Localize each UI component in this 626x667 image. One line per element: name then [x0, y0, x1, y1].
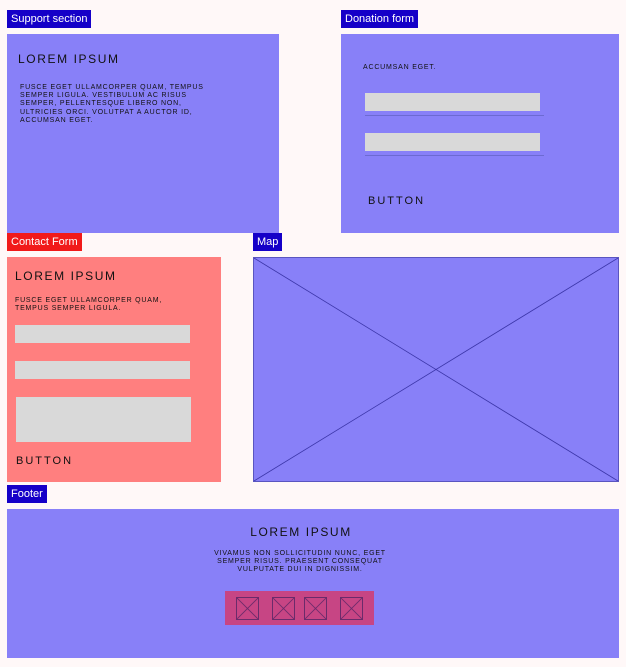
footer: LOREM IPSUM VIVAMUS NON SOLLICITUDIN NUN…: [7, 509, 619, 658]
contact-form: LOREM IPSUM FUSCE EGET ULLAMCORPER QUAM,…: [7, 257, 221, 482]
donation-email-field[interactable]: [365, 133, 540, 151]
map-tag: Map: [253, 233, 283, 251]
social-links-bar: [225, 591, 374, 625]
footer-tag: Footer: [7, 485, 47, 503]
social-icon-placeholder[interactable]: [272, 597, 295, 620]
contact-email-field[interactable]: [15, 361, 190, 379]
donation-form-text: ACCUMSAN EGET.: [363, 64, 437, 71]
donation-field-underline: [365, 115, 544, 116]
support-section-title: LOREM IPSUM: [18, 52, 120, 66]
social-icon-placeholder[interactable]: [304, 597, 327, 620]
contact-message-field[interactable]: [16, 397, 191, 442]
footer-title: LOREM IPSUM: [250, 525, 352, 539]
support-section-tag: Support section: [7, 10, 92, 28]
donation-submit-button[interactable]: BUTTON: [368, 195, 425, 207]
contact-form-body: FUSCE EGET ULLAMCORPER QUAM, TEMPUS SEMP…: [15, 297, 163, 313]
footer-body: VIVAMUS NON SOLLICITUDIN NUNC, EGET SEMP…: [214, 550, 386, 574]
support-section: LOREM IPSUM FUSCE EGET ULLAMCORPER QUAM,…: [7, 34, 279, 233]
contact-form-title: LOREM IPSUM: [15, 269, 117, 283]
image-placeholder-icon: [254, 258, 618, 481]
donation-amount-field[interactable]: [365, 93, 540, 111]
social-icon-placeholder[interactable]: [236, 597, 259, 620]
contact-form-tag: Contact Form: [7, 233, 82, 251]
social-icon-placeholder[interactable]: [340, 597, 363, 620]
support-section-body: FUSCE EGET ULLAMCORPER QUAM, TEMPUS SEMP…: [20, 84, 204, 124]
contact-submit-button[interactable]: BUTTON: [16, 455, 73, 467]
donation-form: ACCUMSAN EGET. BUTTON: [341, 34, 619, 233]
donation-field-underline: [365, 155, 544, 156]
contact-name-field[interactable]: [15, 325, 190, 343]
map-placeholder[interactable]: [253, 257, 619, 482]
donation-form-tag: Donation form: [341, 10, 419, 28]
